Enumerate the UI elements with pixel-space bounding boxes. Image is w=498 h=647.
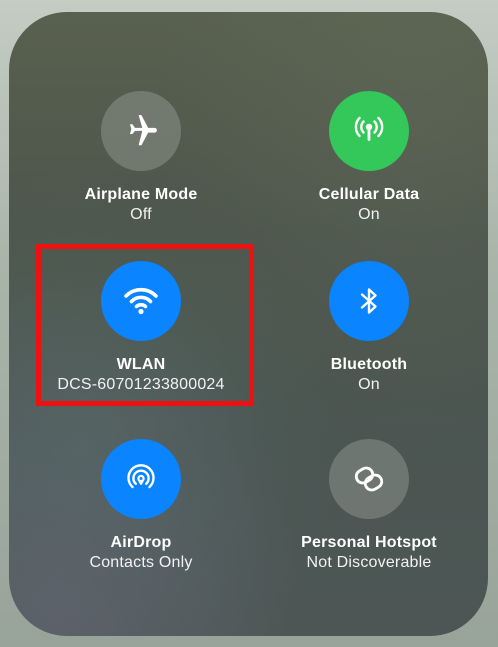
bluetooth-label: Bluetooth	[330, 356, 408, 373]
airplane-mode-toggle[interactable]	[101, 91, 181, 171]
airplane-mode-tile: Airplane Mode Off	[26, 91, 256, 225]
personal-hotspot-toggle[interactable]	[329, 439, 409, 519]
cellular-data-label: Cellular Data	[318, 186, 420, 203]
bluetooth-status: On	[358, 376, 380, 393]
bluetooth-toggle[interactable]	[329, 261, 409, 341]
cellular-antenna-icon	[354, 116, 384, 141]
cellular-data-status: On	[358, 206, 380, 223]
personal-hotspot-status: Not Discoverable	[306, 554, 432, 571]
airdrop-toggle[interactable]	[101, 439, 181, 519]
airplane-mode-status: Off	[130, 206, 152, 223]
personal-hotspot-tile: Personal Hotspot Not Discoverable	[254, 439, 484, 573]
airplane-icon	[129, 115, 157, 146]
bluetooth-tile: Bluetooth On	[254, 261, 484, 395]
cellular-data-toggle[interactable]	[329, 91, 409, 171]
airdrop-icon	[127, 464, 155, 489]
personal-hotspot-label: Personal Hotspot	[301, 534, 437, 551]
hotspot-link-icon	[354, 466, 384, 492]
cellular-data-tile: Cellular Data On	[254, 91, 484, 225]
wlan-highlight-box	[36, 244, 254, 406]
airdrop-tile: AirDrop Contacts Only	[26, 439, 256, 573]
bluetooth-icon	[360, 288, 377, 314]
screenshot-frame: Airplane Mode Off Cellular Data On WLAN …	[0, 0, 498, 647]
airplane-mode-label: Airplane Mode	[84, 186, 198, 203]
airdrop-label: AirDrop	[110, 534, 172, 551]
airdrop-status: Contacts Only	[89, 554, 193, 571]
